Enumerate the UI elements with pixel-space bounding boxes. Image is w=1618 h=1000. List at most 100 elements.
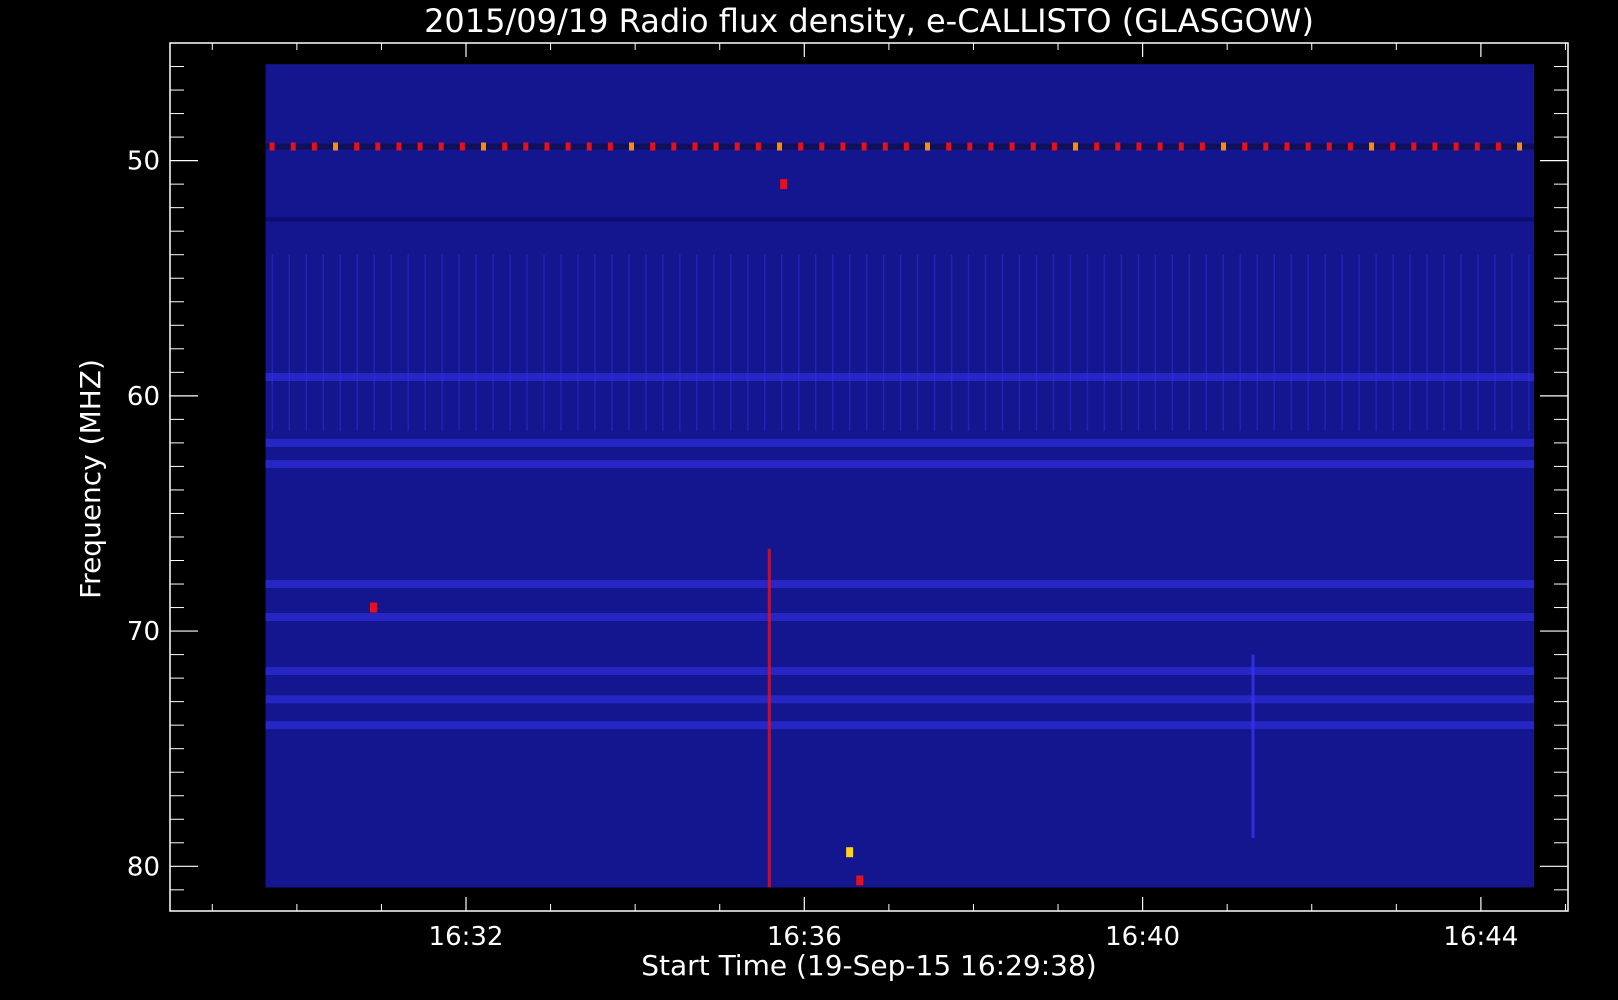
heatmap-cell [755, 142, 761, 151]
y-tick-label: 70 [127, 617, 160, 647]
heatmap-streak [373, 254, 375, 432]
heatmap-cell [1136, 142, 1142, 151]
heatmap-cell [777, 142, 783, 151]
heatmap-cell [332, 142, 338, 151]
heatmap-cell [544, 142, 550, 151]
heatmap-streak [1205, 254, 1208, 432]
heatmap-cell [925, 142, 931, 151]
heatmap-streak [916, 254, 919, 432]
heatmap-cell [1115, 142, 1121, 151]
heatmap-cell [1390, 142, 1396, 151]
heatmap-cell [946, 142, 952, 151]
heatmap-cell [819, 142, 825, 151]
heatmap-cell [1347, 142, 1353, 151]
heatmap-streak [662, 254, 664, 432]
heatmap-cell [438, 142, 444, 151]
heatmap-streak [339, 254, 341, 432]
x-tick-label: 16:40 [1105, 922, 1180, 952]
heatmap-cell [840, 142, 846, 151]
x-tick-label: 16:32 [429, 922, 504, 952]
heatmap-streak [1018, 254, 1021, 432]
heatmap-streak [781, 254, 783, 432]
heatmap-cell [1453, 142, 1459, 151]
heatmap-streak [865, 254, 868, 432]
heatmap-cell [1009, 142, 1015, 151]
heatmap-streak [1341, 254, 1343, 432]
heatmap-cell [1369, 142, 1375, 151]
heatmap-streak [1103, 254, 1106, 432]
heatmap-cell [650, 142, 656, 151]
heatmap-streak [356, 254, 358, 432]
heatmap-band [265, 695, 1535, 704]
heatmap-cell [734, 142, 740, 151]
heatmap-streak [814, 254, 817, 432]
heatmap-cell [290, 142, 296, 151]
heatmap-burst [369, 602, 377, 613]
heatmap-streak [1188, 254, 1191, 432]
heatmap-cell [1432, 142, 1438, 151]
heatmap-streak [1052, 254, 1055, 432]
heatmap-streak [1137, 254, 1140, 432]
heatmap-cell [1263, 142, 1269, 151]
heatmap-streak [1477, 254, 1479, 432]
heatmap-streak [1392, 254, 1394, 432]
heatmap-band [265, 667, 1535, 676]
heatmap-streak [1375, 254, 1377, 432]
heatmap-cell [1030, 142, 1036, 151]
heatmap-streak [1001, 254, 1004, 432]
heatmap-streak [543, 254, 545, 432]
heatmap-streak [1171, 254, 1174, 432]
heatmap-streak [628, 254, 630, 432]
y-tick-label: 50 [127, 147, 160, 177]
heatmap-burst [846, 847, 854, 858]
heatmap-streak [696, 254, 698, 432]
heatmap-streak [1290, 254, 1292, 432]
heatmap-streak [1426, 254, 1428, 432]
heatmap-band [265, 217, 1535, 222]
heatmap-cell [417, 142, 423, 151]
heatmap-streak [645, 254, 647, 432]
heatmap-cell [1051, 142, 1057, 151]
heatmap-streak [764, 254, 766, 432]
heatmap-streak [933, 254, 936, 432]
heatmap-streak [1460, 254, 1462, 432]
heatmap-streak [526, 254, 528, 432]
heatmap-cell [1094, 142, 1100, 151]
heatmap-cell [967, 142, 973, 151]
heatmap-streak [747, 254, 749, 432]
y-axis-label: Frequency (MHZ) [74, 359, 107, 599]
heatmap-cell [459, 142, 465, 151]
heatmap-cell [1157, 142, 1163, 151]
heatmap-streak [271, 254, 274, 432]
heatmap-streak [1307, 254, 1309, 432]
heatmap-streak [390, 254, 392, 432]
heatmap-cell [1221, 142, 1227, 151]
heatmap-streak [509, 254, 511, 432]
heatmap-streak [594, 254, 596, 432]
heatmap-cell [481, 142, 487, 151]
heatmap-cell [375, 142, 381, 151]
heatmap-streak [1154, 254, 1157, 432]
chart-title: 2015/09/19 Radio flux density, e-CALLIST… [424, 2, 1314, 40]
heatmap-streak [1443, 254, 1445, 432]
y-tick-label: 80 [127, 852, 160, 882]
heatmap-band [265, 460, 1535, 469]
heatmap-spike [1251, 654, 1255, 839]
heatmap-streak [967, 254, 970, 432]
heatmap-cell [607, 142, 613, 151]
heatmap-cell [396, 142, 402, 151]
heatmap-streak [577, 254, 579, 432]
heatmap-streak [1120, 254, 1123, 432]
heatmap-cell [861, 142, 867, 151]
x-tick-label: 16:36 [767, 922, 842, 952]
heatmap-cell [311, 142, 317, 151]
heatmap-cell [1199, 142, 1205, 151]
heatmap-streak [1069, 254, 1072, 432]
heatmap-streak [1528, 254, 1530, 432]
heatmap-streak [1511, 254, 1513, 432]
heatmap-cell [1073, 142, 1079, 151]
heatmap-spike [767, 548, 771, 888]
heatmap-streak [730, 254, 732, 432]
heatmap-streak [1409, 254, 1411, 432]
heatmap-cell [1326, 142, 1332, 151]
